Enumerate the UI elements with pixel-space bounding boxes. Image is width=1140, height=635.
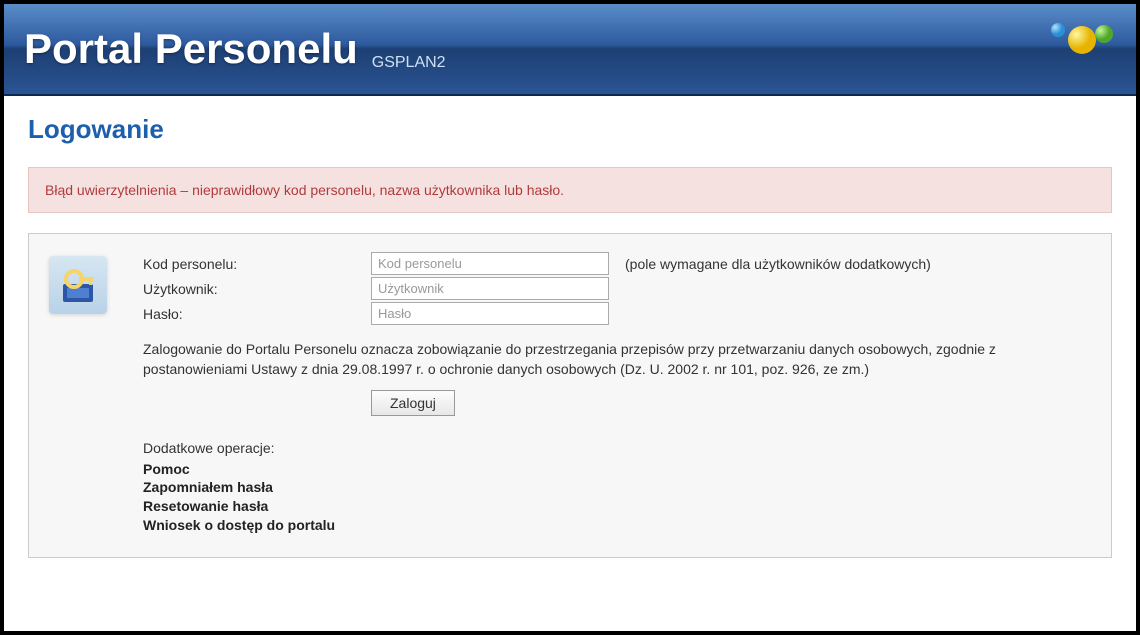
content-area: Logowanie Błąd uwierzytelnienia – niepra…	[4, 96, 1136, 582]
password-label: Hasło:	[143, 306, 371, 322]
page-title: Logowanie	[28, 114, 1112, 145]
key-icon	[49, 256, 107, 314]
additional-ops-list: Pomoc Zapomniałem hasła Resetowanie hasł…	[143, 460, 1091, 536]
user-label: Użytkownik:	[143, 281, 371, 297]
app-title: Portal Personelu	[24, 25, 358, 73]
user-input[interactable]	[371, 277, 609, 300]
code-hint: (pole wymagane dla użytkowników dodatkow…	[625, 256, 931, 272]
disclaimer-text: Zalogowanie do Portalu Personelu oznacza…	[143, 339, 1091, 380]
login-icon-column	[49, 252, 143, 535]
additional-ops-title: Dodatkowe operacje:	[143, 440, 1091, 456]
code-input[interactable]	[371, 252, 609, 275]
link-help[interactable]: Pomoc	[143, 460, 1091, 479]
link-forgot-password[interactable]: Zapomniałem hasła	[143, 478, 1091, 497]
field-row-password: Hasło:	[143, 302, 1091, 325]
link-reset-password[interactable]: Resetowanie hasła	[143, 497, 1091, 516]
password-input[interactable]	[371, 302, 609, 325]
app-header: Portal Personelu GSPLAN2	[4, 4, 1136, 96]
button-row: Zaloguj	[143, 390, 1091, 416]
login-button[interactable]: Zaloguj	[371, 390, 455, 416]
login-panel: Kod personelu: (pole wymagane dla użytko…	[28, 233, 1112, 558]
fields-column: Kod personelu: (pole wymagane dla użytko…	[143, 252, 1091, 535]
code-label: Kod personelu:	[143, 256, 371, 272]
logo-icon	[1044, 16, 1116, 60]
app-subtitle: GSPLAN2	[372, 54, 446, 72]
link-access-request[interactable]: Wniosek o dostęp do portalu	[143, 516, 1091, 535]
field-row-user: Użytkownik:	[143, 277, 1091, 300]
field-row-code: Kod personelu: (pole wymagane dla użytko…	[143, 252, 1091, 275]
error-message: Błąd uwierzytelnienia – nieprawidłowy ko…	[45, 182, 564, 198]
error-alert: Błąd uwierzytelnienia – nieprawidłowy ko…	[28, 167, 1112, 213]
